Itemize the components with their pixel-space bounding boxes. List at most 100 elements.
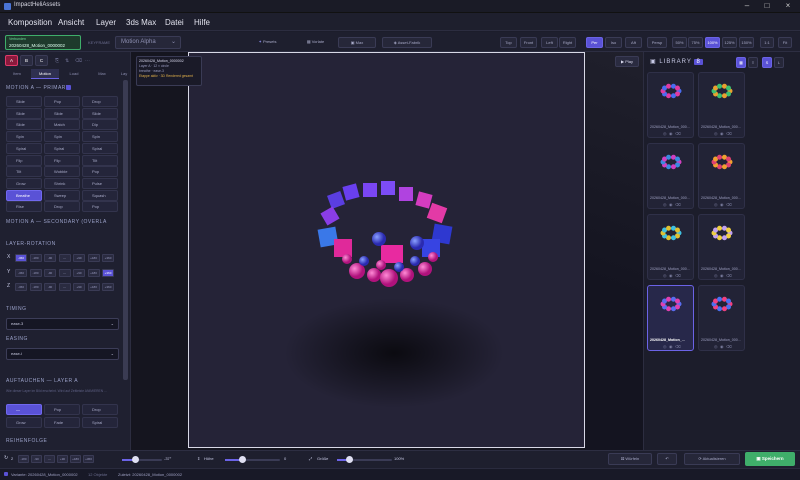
preview-icon[interactable]: ◎ — [663, 344, 667, 349]
rotation-y-4[interactable]: +90 — [73, 268, 85, 277]
rotation-z-4[interactable]: +90 — [73, 283, 85, 291]
tab-load[interactable]: Load — [62, 69, 86, 79]
delete-icon[interactable]: ⌫ — [726, 202, 732, 207]
view-persp[interactable]: Persp — [647, 37, 667, 48]
appear-0-1-button[interactable]: Grow — [6, 417, 42, 428]
menu-layer[interactable]: Layer — [96, 18, 116, 27]
close-icon[interactable]: × — [781, 1, 795, 11]
grid-view-icon[interactable]: ▦ — [736, 57, 746, 68]
timing-select[interactable]: ease-3 ⌄ — [6, 318, 119, 330]
render-stage[interactable] — [188, 52, 585, 448]
rotation-y-0[interactable]: -360 — [15, 268, 27, 277]
rotation-x-1[interactable]: -180 — [29, 254, 42, 262]
bottom-rotation-5[interactable]: +360 — [83, 455, 94, 463]
menu-hilfe[interactable]: Hilfe — [194, 18, 210, 27]
motion-tilt-button[interactable]: Tilt — [6, 166, 42, 178]
motion-breathe-button[interactable]: Breathe — [6, 189, 42, 201]
fit-icon[interactable]: Fit — [778, 37, 792, 48]
motion-pop-button[interactable]: Pop — [82, 201, 118, 213]
preview-icon[interactable]: ◎ — [714, 273, 718, 278]
rotation-slider[interactable] — [122, 456, 162, 463]
rotation-y-1[interactable]: -180 — [29, 268, 42, 277]
preview-icon[interactable]: ◎ — [663, 202, 667, 207]
motion-select[interactable]: Motion Alpha ⌄ — [115, 36, 181, 49]
motion-spin-button[interactable]: Spin — [44, 131, 80, 143]
load-icon[interactable]: ◉ — [669, 131, 673, 136]
rotation-z-3[interactable]: — — [58, 283, 71, 291]
size-l-button[interactable]: L — [774, 57, 784, 68]
preview-icon[interactable]: ◎ — [714, 131, 718, 136]
motion-slide-button[interactable]: Slide — [44, 107, 80, 119]
zoom-1[interactable]: 75% — [688, 37, 703, 48]
tab-max[interactable]: ▣ Max — [338, 37, 376, 48]
fit-button[interactable]: 1:1 — [760, 37, 774, 48]
undo-icon[interactable]: ↶ — [657, 453, 677, 465]
motion-pop-button[interactable]: Pop — [82, 166, 118, 178]
zoom-3[interactable]: 125% — [722, 37, 737, 48]
rotation-y-6[interactable]: +360 — [102, 268, 114, 277]
motion-pop-button[interactable]: Pop — [44, 96, 80, 107]
layer-b-button[interactable]: B — [20, 55, 33, 66]
load-icon[interactable]: ◉ — [720, 202, 724, 207]
rotation-z-2[interactable]: -90 — [44, 283, 56, 291]
motion-grow-button[interactable]: Grow — [6, 177, 42, 189]
speichern-button[interactable]: ▣ Speichern — [745, 452, 795, 466]
zoom-2[interactable]: 100% — [705, 37, 720, 48]
rotation-y-5[interactable]: +180 — [87, 268, 100, 277]
motion-spin-button[interactable]: Spin — [82, 131, 118, 143]
rotation-x-5[interactable]: +180 — [87, 254, 100, 262]
load-icon[interactable]: ◉ — [669, 273, 673, 278]
layer-tool-icon[interactable]: ⌫ — [75, 58, 82, 64]
motion-wobble-button[interactable]: Wobble — [44, 166, 80, 178]
layer-a-button[interactable]: A — [5, 55, 18, 66]
preview-icon[interactable]: ◎ — [663, 273, 667, 278]
library-card[interactable]: 20260428_Motion_000... ◎ ◉ ⌫ — [698, 72, 745, 138]
delete-icon[interactable]: ⌫ — [675, 344, 681, 349]
rotation-x-2[interactable]: -90 — [44, 254, 56, 262]
tab-asset-fabrik[interactable]: ◈ Asset-Fabrik — [382, 37, 432, 48]
library-card[interactable]: 20260428_Motion_... ◎ ◉ ⌫ — [647, 285, 694, 351]
library-card[interactable]: 20260428_Motion_000... ◎ ◉ ⌫ — [647, 214, 694, 280]
rotation-y-2[interactable]: -90 — [44, 268, 56, 277]
rotation-y-3[interactable]: — — [58, 268, 71, 277]
load-icon[interactable]: ◉ — [720, 273, 724, 278]
library-card[interactable]: 20260428_Motion_000... ◎ ◉ ⌫ — [698, 285, 745, 351]
motion-squash-button[interactable]: Squash — [82, 189, 118, 201]
rotation-z-6[interactable]: +360 — [102, 283, 114, 291]
minimize-icon[interactable]: – — [740, 1, 754, 11]
layer-tool-icon[interactable]: ⎘ — [55, 58, 59, 64]
motion-pulse-button[interactable]: Pulse — [82, 177, 118, 189]
preview-icon[interactable]: ◎ — [714, 202, 718, 207]
rotation-x-0[interactable]: -360 — [15, 254, 27, 262]
delete-icon[interactable]: ⌫ — [726, 344, 732, 349]
motion-slide-button[interactable]: Slide — [82, 107, 118, 119]
menu-komposition[interactable]: Komposition — [8, 18, 52, 27]
layer-c-button[interactable]: C — [35, 55, 48, 66]
view-front[interactable]: Front — [520, 37, 537, 48]
hoehe-slider-knob[interactable] — [239, 456, 246, 463]
appear-2-1-button[interactable]: Spiral — [82, 417, 118, 428]
zoom-4[interactable]: 150% — [739, 37, 754, 48]
left-scrollbar[interactable] — [123, 80, 128, 380]
motion-slide-button[interactable]: Slide — [6, 96, 42, 107]
view-left[interactable]: Left — [541, 37, 558, 48]
motion-rise-button[interactable]: Rise — [6, 201, 42, 213]
motion-flip-button[interactable]: Flip — [44, 154, 80, 166]
rotation-slider-knob[interactable] — [132, 456, 139, 463]
motion-spiral-button[interactable]: Spiral — [82, 142, 118, 154]
play-button[interactable]: ▶ Play — [615, 56, 639, 67]
motion-drop-button[interactable]: Drop — [44, 201, 80, 213]
tab-lay[interactable]: Lay — [112, 69, 136, 79]
list-view-icon[interactable]: ≡ — [748, 57, 758, 68]
tab-max[interactable]: Max — [90, 69, 114, 79]
motion-spiral-button[interactable]: Spiral — [6, 142, 42, 154]
motion-slide-button[interactable]: Slide — [6, 107, 42, 119]
tab-presets[interactable]: ✦ Presets — [250, 37, 285, 48]
bottom-rotation-1[interactable]: -90 — [31, 455, 42, 463]
bottom-rotation-4[interactable]: +180 — [70, 455, 81, 463]
groesse-slider-knob[interactable] — [346, 456, 353, 463]
zoom-0[interactable]: 50% — [672, 37, 687, 48]
motion-spin-button[interactable]: Spin — [6, 131, 42, 143]
motion-flip-button[interactable]: Flip — [6, 154, 42, 166]
appear-2-0-button[interactable]: Drop — [82, 404, 118, 415]
